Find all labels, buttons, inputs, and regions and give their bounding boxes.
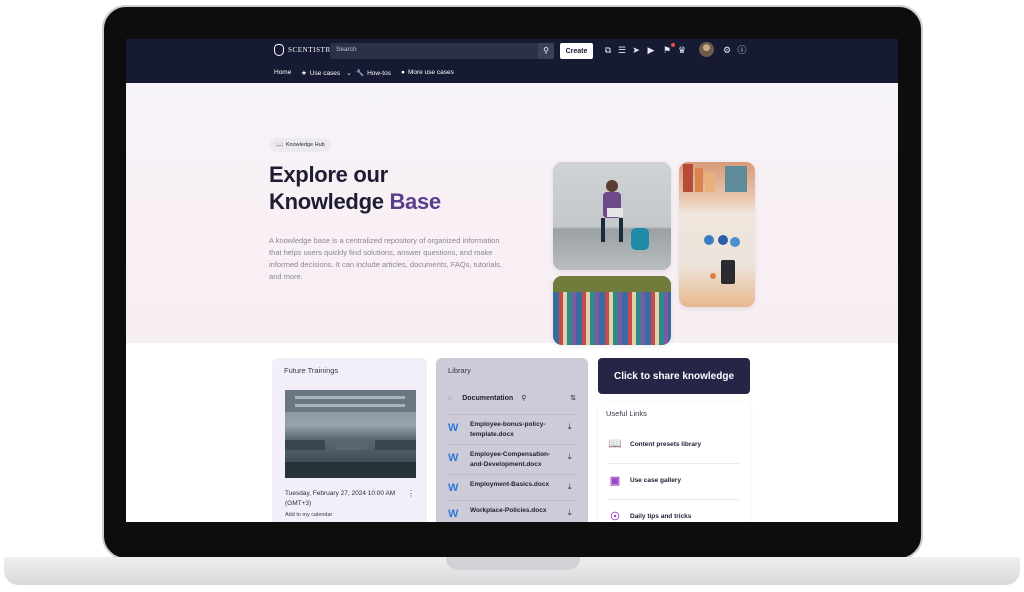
- hero-photo-bookshelf: [553, 276, 671, 345]
- nav-how-tos[interactable]: 🔧 How-tos: [356, 69, 391, 78]
- link-label: Use case gallery: [630, 477, 681, 484]
- office-illustration: [285, 390, 416, 478]
- library-title: Library: [448, 366, 471, 375]
- download-icon[interactable]: ⤓: [568, 482, 572, 492]
- word-doc-icon: W: [448, 422, 459, 434]
- file-name[interactable]: Employee-Compensation-and-Development.do…: [470, 450, 558, 470]
- shelf-top: [553, 276, 671, 292]
- word-doc-icon: W: [448, 452, 459, 464]
- folder-name: Documentation: [462, 394, 514, 402]
- lightbulb-icon: ●: [401, 69, 405, 76]
- useful-links-card: Useful Links 📖 Content presets library ▣…: [598, 401, 750, 522]
- nav-more-use-cases-label: More use cases: [407, 69, 454, 76]
- link-label: Daily tips and tricks: [630, 513, 692, 520]
- top-bar: SCENTISTRY Search ⚲ Create ⧉ ☰ ➤ ▶ ⚑ ♛ ⚙…: [126, 39, 898, 83]
- wrench-icon: 🔧: [356, 70, 365, 77]
- hero-photo-person-laptop: [553, 162, 671, 270]
- hero-description: A knowledge base is a centralized reposi…: [269, 236, 503, 281]
- home-icon: ⌂: [448, 394, 453, 402]
- trainings-title: Future Trainings: [284, 366, 339, 375]
- hero-section: 📖 Knowledge Hub Explore our Knowledge Ba…: [126, 83, 898, 345]
- laptop-notch: [446, 557, 580, 570]
- future-trainings-card: Future Trainings Tuesday, February 27, 2…: [272, 358, 427, 522]
- title-word-knowledge: Knowledge: [269, 189, 384, 214]
- hero-photo-desk: [679, 162, 755, 307]
- search-placeholder: Search: [336, 46, 357, 53]
- help-icon[interactable]: ⓘ: [736, 44, 748, 56]
- title-line-2: Knowledge Base: [269, 188, 441, 215]
- word-doc-icon: W: [448, 508, 459, 520]
- logo-icon: [274, 44, 284, 56]
- notification-badge: [671, 43, 675, 47]
- nav-use-cases[interactable]: ★ Use cases ⌄: [301, 69, 352, 78]
- laptop-mockup: SCENTISTRY Search ⚲ Create ⧉ ☰ ➤ ▶ ⚑ ♛ ⚙…: [0, 0, 1024, 592]
- title-word-base: Base: [389, 189, 441, 214]
- nav-use-cases-label: Use cases: [309, 69, 341, 77]
- list-icon[interactable]: ☰: [616, 44, 628, 56]
- file-name[interactable]: Employment-Basics.docx: [470, 480, 558, 490]
- nav-home[interactable]: Home: [274, 69, 291, 76]
- book-icon: 📖: [276, 142, 283, 148]
- file-row[interactable]: W Employee-Compensation-and-Development.…: [448, 444, 578, 470]
- search-icon[interactable]: ⚲: [521, 394, 526, 402]
- pages-icon[interactable]: ⧉: [602, 44, 614, 56]
- training-date: Tuesday, February 27, 2024 10:00 AM (GMT…: [285, 490, 396, 507]
- more-options-icon[interactable]: ⋮: [407, 489, 415, 498]
- avatar[interactable]: [699, 42, 714, 57]
- desk-illustration: [683, 164, 747, 284]
- word-doc-icon: W: [448, 482, 459, 494]
- lightbulb-icon: ☉: [610, 510, 620, 523]
- link-daily-tips[interactable]: ☉ Daily tips and tricks: [608, 499, 740, 522]
- chevron-down-icon: ⌄: [346, 70, 352, 77]
- share-knowledge-button[interactable]: Click to share knowledge: [598, 358, 750, 394]
- badge-label: Knowledge Hub: [285, 142, 325, 148]
- book-open-icon: 📖: [608, 438, 622, 450]
- nav-how-tos-label: How-tos: [367, 69, 391, 77]
- person-laptop-illustration: [601, 180, 649, 250]
- link-content-presets[interactable]: 📖 Content presets library: [608, 427, 740, 461]
- play-icon[interactable]: ▶: [645, 44, 657, 56]
- training-office-image[interactable]: [285, 390, 416, 478]
- documentation-folder-header[interactable]: ⌂ Documentation ⚲ ⇅: [448, 391, 576, 405]
- file-row[interactable]: W Employment-Basics.docx ⤓: [448, 474, 578, 500]
- download-icon[interactable]: ⤓: [568, 422, 572, 432]
- screen: SCENTISTRY Search ⚲ Create ⧉ ☰ ➤ ▶ ⚑ ♛ ⚙…: [126, 39, 898, 522]
- download-icon[interactable]: ⤓: [568, 508, 572, 518]
- search-icon[interactable]: ⚲: [538, 43, 554, 59]
- logo-text: SCENTISTRY: [288, 46, 337, 54]
- logo[interactable]: SCENTISTRY: [274, 44, 336, 56]
- image-icon: ▣: [609, 474, 621, 487]
- nav-more-use-cases[interactable]: ● More use cases: [401, 69, 454, 76]
- file-name[interactable]: Employee-bonus-policy-template.docx: [470, 420, 558, 440]
- library-card: Library ⌂ Documentation ⚲ ⇅ W Employee-b…: [436, 358, 588, 522]
- file-name[interactable]: Workplace-Policies.docx: [470, 506, 558, 516]
- nav-home-label: Home: [274, 69, 292, 76]
- link-use-case-gallery[interactable]: ▣ Use case gallery: [608, 463, 740, 497]
- download-icon[interactable]: ⤓: [568, 452, 572, 462]
- link-label: Content presets library: [630, 440, 702, 448]
- useful-links-title: Useful Links: [606, 409, 647, 418]
- sort-icon[interactable]: ⇅: [570, 394, 576, 402]
- file-row[interactable]: W Employee-bonus-policy-template.docx ⤓: [448, 414, 578, 440]
- star-icon: ★: [301, 70, 307, 77]
- trophy-icon[interactable]: ♛: [676, 44, 688, 56]
- add-to-calendar-link[interactable]: Add to my calendar: [285, 512, 332, 518]
- file-row[interactable]: W Workplace-Policies.docx ⤓: [448, 500, 578, 522]
- knowledge-hub-badge: 📖 Knowledge Hub: [270, 138, 331, 152]
- gear-icon[interactable]: ⚙: [721, 44, 733, 56]
- megaphone-icon[interactable]: ➤: [630, 44, 642, 56]
- search-input[interactable]: Search: [330, 43, 554, 59]
- title-line-1: Explore our: [269, 162, 388, 187]
- page-title: Explore our Knowledge Base: [269, 161, 441, 215]
- create-button[interactable]: Create: [560, 43, 593, 59]
